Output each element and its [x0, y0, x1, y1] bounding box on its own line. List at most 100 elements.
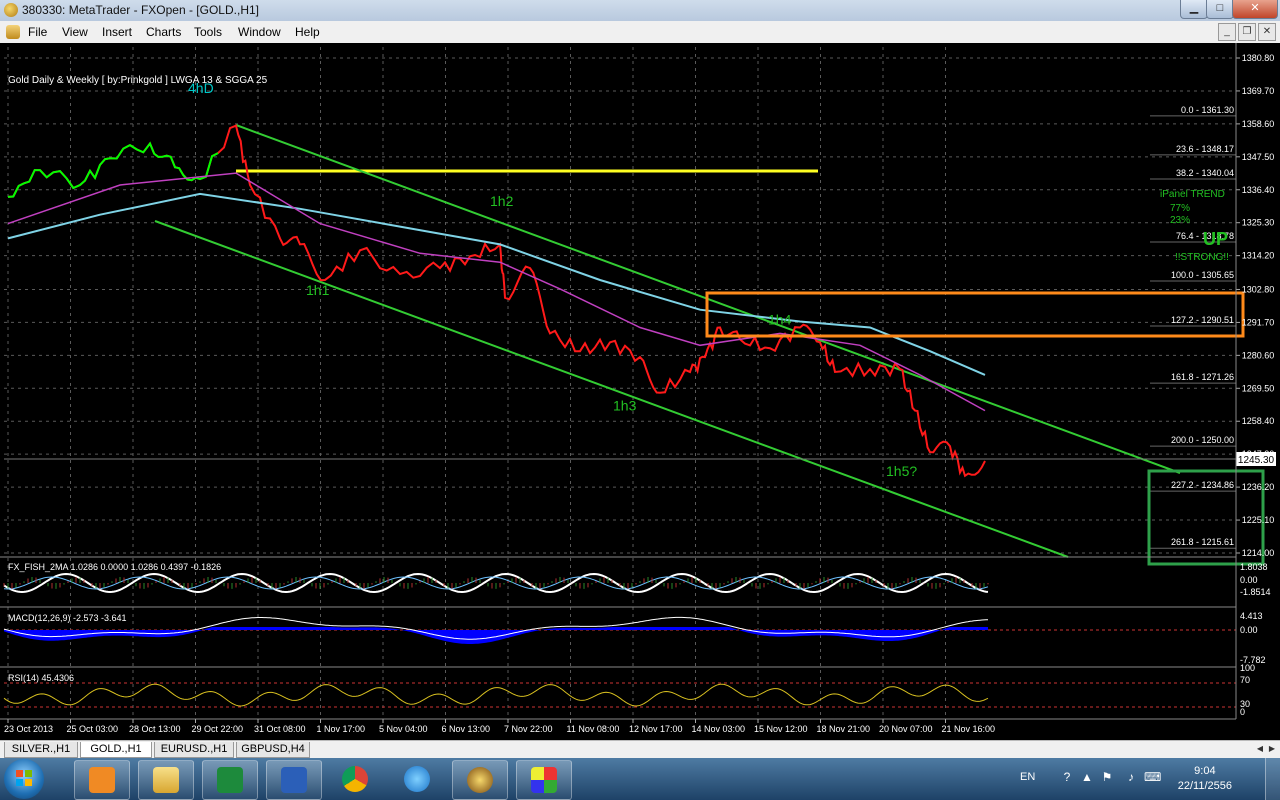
time-tick-label: 20 Nov 07:00: [879, 724, 933, 734]
fx-fish-label: FX_FISH_2MA 1.0286 0.0000 1.0286 0.4397 …: [8, 562, 221, 572]
time-tick-label: 25 Oct 03:00: [67, 724, 119, 734]
wave-label: 1h2: [490, 193, 514, 209]
excel-icon: [217, 767, 243, 793]
tab-silver[interactable]: SILVER.,H1: [4, 742, 78, 758]
chart-minimize-button[interactable]: _: [1218, 23, 1236, 41]
minimize-button[interactable]: ▁: [1180, 0, 1208, 19]
metatrader-app-icon[interactable]: [4, 3, 18, 17]
keyboard-icon[interactable]: ⌨: [1144, 770, 1161, 786]
tab-gbpusd[interactable]: GBPUSD,H4: [236, 742, 310, 758]
menu-file[interactable]: File: [28, 25, 47, 39]
help-icon[interactable]: ?: [1060, 770, 1074, 786]
chart-window-icon[interactable]: [6, 25, 20, 39]
fib-level-label: 227.2 - 1234.86: [1171, 480, 1234, 490]
menu-insert[interactable]: Insert: [102, 25, 132, 39]
fib-level-label: 200.0 - 1250.00: [1171, 435, 1234, 445]
taskbar-excel[interactable]: [202, 760, 258, 800]
price-tick-label: 1258.40: [1242, 416, 1275, 426]
indicator-axes: 1.80380.00-1.85144.4130.00-7.78210070300: [1240, 562, 1271, 717]
tray-arrow-icon[interactable]: ▲: [1080, 770, 1094, 786]
metatrader-icon: [467, 767, 493, 793]
menu-charts[interactable]: Charts: [146, 25, 181, 39]
time-axis: 23 Oct 2013 25 Oct 03:00 28 Oct 13:00 29 Oc…: [4, 719, 995, 734]
menu-view[interactable]: View: [62, 25, 88, 39]
clock-time: 9:04: [1194, 765, 1216, 777]
speaker-muted-icon[interactable]: ♪: [1124, 770, 1138, 786]
menu-window[interactable]: Window: [238, 25, 281, 39]
indicator-rsi-panel[interactable]: RSI(14) 45.4306: [0, 666, 1236, 708]
price-tick-label: 1225.10: [1242, 515, 1275, 525]
signal-panel-title: iPanel TREND: [1160, 189, 1225, 200]
indicator-scale-label: 0.00: [1240, 575, 1258, 585]
tab-gold[interactable]: GOLD.,H1: [80, 742, 152, 758]
title-bar: 380330: MetaTrader - FXOpen - [GOLD.,H1]…: [0, 0, 1280, 22]
wave-label: 1h1: [306, 282, 330, 298]
windows-logo-icon: [16, 770, 32, 786]
clock-date: 22/11/2556: [1177, 780, 1232, 792]
chart-frame[interactable]: 0.0 - 1361.30 23.6 - 1348.17 38.2 - 1340.0…: [0, 43, 1280, 740]
language-indicator[interactable]: EN: [1020, 771, 1035, 783]
time-tick-label: 23 Oct 2013: [4, 724, 53, 734]
fib-level-label: 100.0 - 1305.65: [1171, 270, 1234, 280]
show-desktop-button[interactable]: [1265, 758, 1280, 800]
signal-bull-percent: 77%: [1170, 203, 1190, 214]
time-tick-label: 11 Nov 08:00: [567, 724, 620, 734]
chart-tab-bar: SILVER.,H1 GOLD.,H1 EURUSD.,H1 GBPUSD,H4…: [0, 740, 1280, 759]
clock[interactable]: 9:04 22/11/2556: [1178, 764, 1232, 794]
indicator-fx-fish-panel[interactable]: FX_FISH_2MA 1.0286 0.0000 1.0286 0.4397 …: [0, 556, 1236, 594]
price-chart[interactable]: 0.0 - 1361.30 23.6 - 1348.17 38.2 - 1340.0…: [0, 43, 1280, 740]
time-tick-label: 21 Nov 16:00: [942, 724, 996, 734]
taskbar-metatrader[interactable]: [452, 760, 508, 800]
network-icon[interactable]: ⚑: [1100, 770, 1114, 786]
chart-restore-button[interactable]: ❐: [1238, 23, 1256, 41]
wave-label: 1h3: [613, 398, 637, 414]
system-tray: EN ? ▲ ⚑ ♪ ⌨ 9:04 22/11/2556: [1020, 758, 1280, 800]
taskbar-word[interactable]: [266, 760, 322, 800]
indicator-scale-label: 1.8038: [1240, 562, 1268, 572]
indicator-scale-label: 100: [1240, 663, 1255, 673]
menu-bar: File View Insert Charts Tools Window Hel…: [0, 21, 1280, 44]
rsi-label: RSI(14) 45.4306: [8, 673, 74, 683]
channel-lower-line[interactable]: [154, 220, 1069, 558]
tab-scroll-left-icon[interactable]: ◀: [1254, 742, 1266, 756]
fib-level-label: 38.2 - 1340.04: [1176, 168, 1234, 178]
time-tick-label: 28 Oct 13:00: [129, 724, 181, 734]
price-tick-label: 1236.20: [1242, 482, 1275, 492]
taskbar-media-player[interactable]: [74, 760, 130, 800]
fibonacci-levels: 0.0 - 1361.30 23.6 - 1348.17 38.2 - 1340.0…: [1150, 105, 1236, 549]
paint-icon: [531, 767, 557, 793]
price-tick-label: 1291.70: [1242, 317, 1275, 327]
close-button[interactable]: ✕: [1232, 0, 1278, 19]
start-button[interactable]: [4, 759, 44, 799]
price-tick-label: 1347.50: [1242, 152, 1275, 162]
taskbar-file-explorer[interactable]: [138, 760, 194, 800]
taskbar-paint[interactable]: [516, 760, 572, 800]
price-candles: [7, 124, 986, 478]
chart-close-button[interactable]: ✕: [1258, 23, 1276, 41]
taskbar-chrome[interactable]: [328, 760, 382, 798]
menu-tools[interactable]: Tools: [194, 25, 222, 39]
chart-title: Gold Daily & Weekly [ by:Prinkgold ] LWG…: [8, 75, 268, 86]
price-tick-label: 1369.70: [1242, 86, 1275, 96]
time-tick-label: 14 Nov 03:00: [692, 724, 746, 734]
tab-eurusd[interactable]: EURUSD.,H1: [154, 742, 234, 758]
fib-level-label: 161.8 - 1271.26: [1171, 372, 1234, 382]
maximize-button[interactable]: □: [1206, 0, 1234, 19]
tab-scroll-right-icon[interactable]: ▶: [1266, 742, 1278, 756]
indicator-macd-panel[interactable]: MACD(12,26,9) -2.573 -3.641: [0, 606, 1236, 644]
signal-bear-percent: 23%: [1170, 215, 1190, 226]
macd-label: MACD(12,26,9) -2.573 -3.641: [8, 613, 127, 623]
wave-label: 1h4: [768, 311, 792, 327]
time-tick-label: 7 Nov 22:00: [504, 724, 553, 734]
price-tick-label: 1214.00: [1242, 548, 1275, 558]
time-tick-label: 31 Oct 08:00: [254, 724, 306, 734]
wave-label: 1h5?: [886, 463, 917, 479]
taskbar-internet-explorer[interactable]: [390, 760, 444, 798]
signal-direction: UP: [1203, 229, 1228, 249]
menu-help[interactable]: Help: [295, 25, 320, 39]
price-candles-up: [7, 141, 219, 198]
indicator-scale-label: 70: [1240, 675, 1250, 685]
window-title: 380330: MetaTrader - FXOpen - [GOLD.,H1]: [22, 3, 259, 17]
price-tick-label: 1314.20: [1242, 251, 1275, 261]
price-tick-label: 1280.60: [1242, 350, 1275, 360]
